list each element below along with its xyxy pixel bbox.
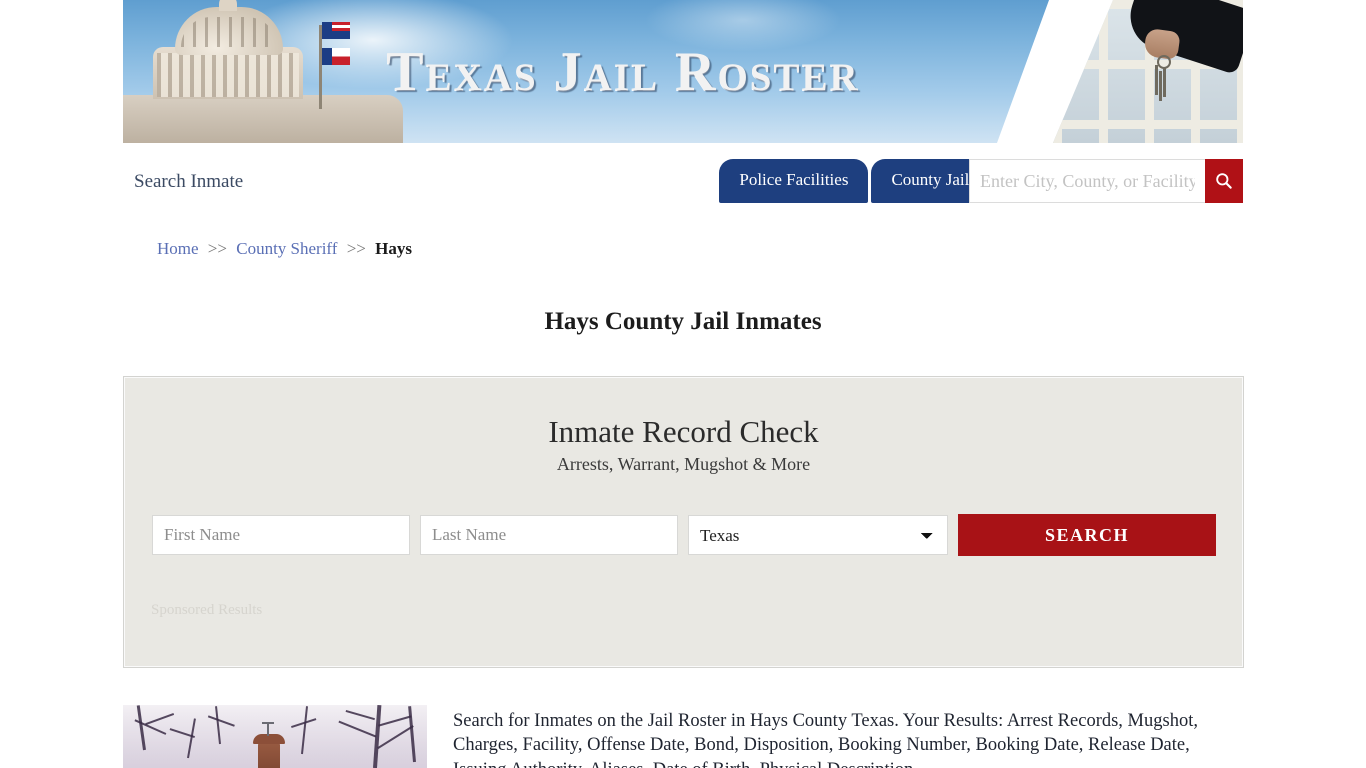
breadcrumb-item-county-sheriff[interactable]: County Sheriff <box>236 239 337 258</box>
breadcrumb-item-hays: Hays <box>375 239 412 258</box>
state-select[interactable]: Texas <box>688 515 948 555</box>
inmate-record-check-panel: Inmate Record Check Arrests, Warrant, Mu… <box>123 376 1244 668</box>
page-description: Search for Inmates on the Jail Roster in… <box>453 711 1198 768</box>
nav-row: Search Inmate Police Facilities County J… <box>123 150 1243 212</box>
page-root: Texas Jail Roster Search Inmate Police F… <box>0 0 1366 768</box>
first-name-input[interactable] <box>152 515 410 555</box>
record-check-search-button[interactable]: SEARCH <box>958 514 1216 556</box>
breadcrumb-separator: >> <box>207 239 227 258</box>
search-inmate-label: Search Inmate <box>134 171 244 192</box>
search-icon <box>1216 173 1232 189</box>
page-title: Hays County Jail Inmates <box>544 307 822 335</box>
sponsored-results-label: Sponsored Results <box>151 602 263 618</box>
county-thumbnail-image <box>123 705 427 768</box>
breadcrumb: Home >> County Sheriff >> Hays <box>157 239 412 259</box>
facility-search-input[interactable] <box>969 159 1205 203</box>
last-name-input[interactable] <box>420 515 678 555</box>
breadcrumb-item-home[interactable]: Home <box>157 239 199 258</box>
site-banner: Texas Jail Roster <box>123 0 1243 143</box>
facility-search-group <box>969 159 1243 203</box>
breadcrumb-separator: >> <box>346 239 366 258</box>
banner-title: Texas Jail Roster <box>386 41 860 103</box>
nav-tabs: Police Facilities County Jails <box>719 159 996 203</box>
facility-search-button[interactable] <box>1205 159 1243 203</box>
record-check-heading: Inmate Record Check <box>548 414 819 449</box>
record-check-subheading: Arrests, Warrant, Mugshot & More <box>556 454 811 474</box>
record-check-form: Texas SEARCH <box>152 514 1216 556</box>
us-flag-icon <box>322 22 350 39</box>
tab-police-facilities[interactable]: Police Facilities <box>719 159 869 203</box>
